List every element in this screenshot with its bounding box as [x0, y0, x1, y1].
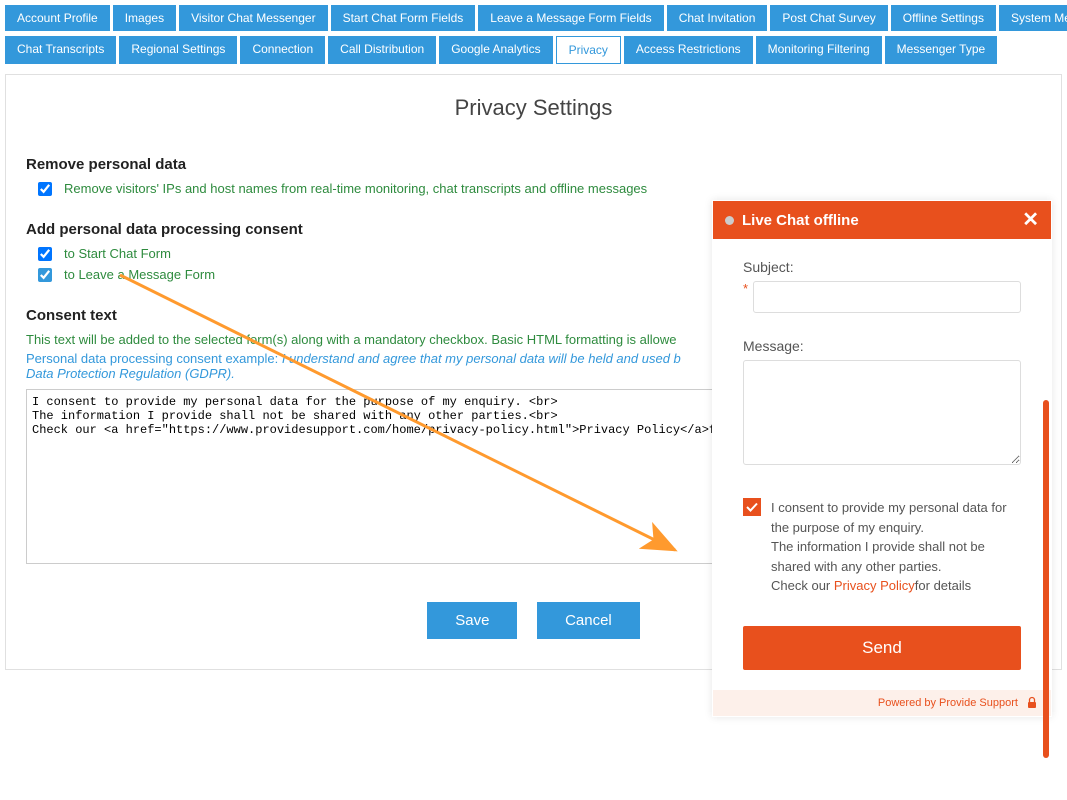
powered-by-link[interactable]: Powered by Provide Support [878, 696, 1018, 708]
consent-example-suffix: Data Protection Regulation (GDPR). [26, 366, 235, 381]
tab-privacy[interactable]: Privacy [556, 36, 621, 64]
tab-connection[interactable]: Connection [240, 36, 325, 64]
check-icon [746, 501, 758, 513]
subject-label: Subject: [743, 259, 1021, 275]
page-title: Privacy Settings [26, 95, 1041, 121]
subject-input-wrap: * [743, 281, 1021, 313]
tab-access-restrictions[interactable]: Access Restrictions [624, 36, 753, 64]
privacy-policy-link[interactable]: Privacy Policy [834, 578, 915, 593]
tab-chat-invitation[interactable]: Chat Invitation [667, 5, 768, 31]
chat-footer: Powered by Provide Support [713, 690, 1051, 716]
close-icon[interactable]: ✕ [1022, 210, 1039, 230]
lock-icon [1025, 696, 1039, 710]
chat-body: Subject: * Message: I consent to provide… [713, 239, 1051, 690]
remove-label: Remove visitors' IPs and host names from… [64, 181, 647, 196]
remove-checkbox-line: Remove visitors' IPs and host names from… [38, 181, 1041, 196]
subject-input[interactable] [753, 281, 1021, 313]
consent-example-prefix: Personal data processing consent example… [26, 351, 282, 366]
chat-widget: Live Chat offline ✕ Subject: * Message: … [712, 200, 1052, 717]
tabs-row-1: Account ProfileImagesVisitor Chat Messen… [0, 0, 1067, 36]
tab-chat-transcripts[interactable]: Chat Transcripts [5, 36, 116, 64]
consent-line3b: for details [915, 578, 971, 593]
scrollbar-accent[interactable] [1043, 400, 1049, 758]
consent-text-widget: I consent to provide my personal data fo… [771, 498, 1021, 596]
consent-block: I consent to provide my personal data fo… [743, 498, 1021, 596]
tab-images[interactable]: Images [113, 5, 176, 31]
consent-line3a: Check our [771, 578, 834, 593]
tab-account-profile[interactable]: Account Profile [5, 5, 110, 31]
message-textarea[interactable] [743, 360, 1021, 465]
tab-call-distribution[interactable]: Call Distribution [328, 36, 436, 64]
tab-start-chat-form-fields[interactable]: Start Chat Form Fields [331, 5, 476, 31]
consent-line2: The information I provide shall not be s… [771, 539, 985, 574]
consent-checkbox[interactable] [743, 498, 761, 516]
tab-visitor-chat-messenger[interactable]: Visitor Chat Messenger [179, 5, 328, 31]
chat-header-title: Live Chat offline [742, 212, 859, 229]
save-button[interactable]: Save [427, 602, 517, 639]
status-dot-icon [725, 216, 734, 225]
start-chat-checkbox[interactable] [38, 247, 52, 261]
tab-monitoring-filtering[interactable]: Monitoring Filtering [756, 36, 882, 64]
leave-message-label: to Leave a Message Form [64, 267, 215, 282]
send-button[interactable]: Send [743, 626, 1021, 670]
cancel-button[interactable]: Cancel [537, 602, 640, 639]
remove-personal-data-section: Remove personal data Remove visitors' IP… [26, 156, 1041, 196]
tab-messenger-type[interactable]: Messenger Type [885, 36, 998, 64]
start-chat-label: to Start Chat Form [64, 246, 171, 261]
tab-leave-a-message-form-fields[interactable]: Leave a Message Form Fields [478, 5, 663, 31]
tabs-row-2: Chat TranscriptsRegional SettingsConnect… [0, 36, 1067, 69]
remove-title: Remove personal data [26, 156, 1041, 173]
required-mark: * [743, 281, 748, 296]
tab-system-messages[interactable]: System Messages [999, 5, 1067, 31]
consent-line1: I consent to provide my personal data fo… [771, 500, 1007, 535]
tab-google-analytics[interactable]: Google Analytics [439, 36, 552, 64]
tab-post-chat-survey[interactable]: Post Chat Survey [770, 5, 887, 31]
chat-header: Live Chat offline ✕ [713, 201, 1051, 239]
leave-message-checkbox[interactable] [38, 268, 52, 282]
tab-regional-settings[interactable]: Regional Settings [119, 36, 237, 64]
message-label: Message: [743, 338, 1021, 354]
consent-example-italic: I understand and agree that my personal … [282, 351, 681, 366]
tab-offline-settings[interactable]: Offline Settings [891, 5, 996, 31]
message-input-wrap [743, 360, 1021, 468]
remove-ips-checkbox[interactable] [38, 182, 52, 196]
